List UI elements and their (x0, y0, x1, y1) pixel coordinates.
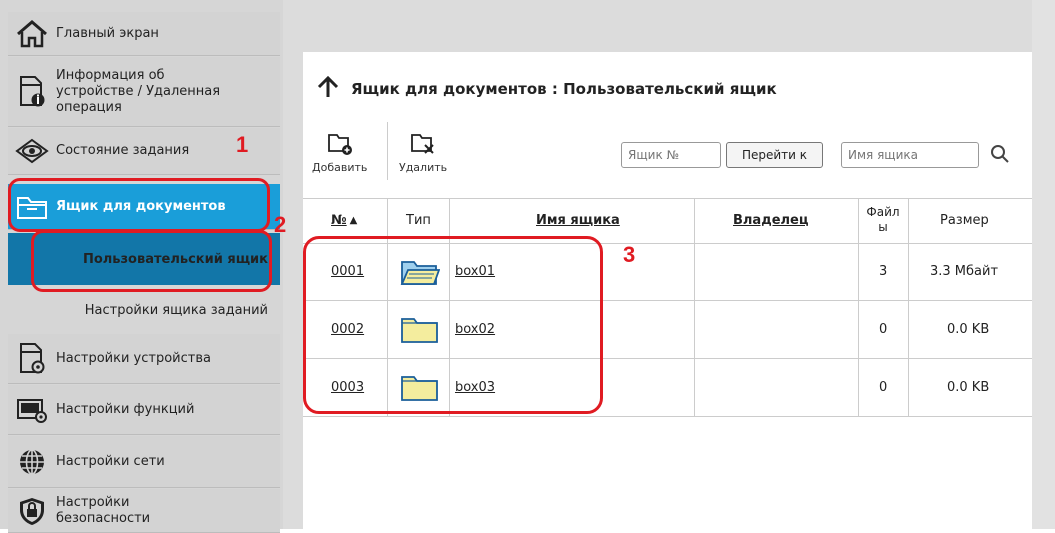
folder-delete-icon (410, 132, 436, 159)
function-settings-icon (8, 396, 56, 424)
sidebar-item-home[interactable]: Главный экран (8, 12, 280, 56)
file-count: 0 (879, 379, 888, 395)
sidebar-item-label: Настройки устройства (56, 350, 211, 366)
sidebar-item-label: Главный экран (56, 25, 159, 41)
file-count: 0 (879, 321, 888, 337)
column-divider (694, 198, 695, 416)
eye-icon (8, 138, 56, 164)
header-band (283, 0, 1055, 52)
sidebar-item-security-settings[interactable]: Настройки безопасности (8, 489, 280, 533)
header-owner[interactable]: Владелец (733, 198, 809, 242)
header-files: Файл ы (866, 205, 900, 234)
sort-ascending-icon: ▲ (349, 214, 358, 226)
callout-user-box (31, 230, 272, 292)
content-left-margin (283, 0, 303, 529)
sidebar-item-device-info[interactable]: Информация об устройстве / Удаленная опе… (8, 57, 280, 127)
sidebar-subitem-label: Настройки ящика заданий (84, 302, 268, 318)
file-count: 3 (879, 263, 888, 279)
page-title: Ящик для документов : Пользовательский я… (317, 75, 777, 102)
go-to-button[interactable]: Перейти к (726, 142, 823, 168)
sidebar-item-label: Настройки функций (56, 401, 195, 417)
box-size: 0.0 KB (947, 379, 990, 395)
sidebar-item-label: Информация об устройстве / Удаленная опе… (56, 67, 221, 115)
folder-add-icon (327, 132, 353, 159)
device-info-icon (8, 75, 56, 109)
callout-number-3: 3 (623, 242, 636, 267)
column-divider (908, 198, 909, 416)
up-arrow-icon[interactable] (317, 75, 339, 102)
device-settings-icon (8, 342, 56, 376)
add-button-label: Добавить (312, 161, 368, 174)
box-number-input[interactable] (621, 142, 721, 168)
callout-number-1: 1 (236, 132, 249, 157)
search-icon[interactable] (990, 144, 1010, 168)
callout-number-2: 2 (274, 212, 287, 237)
column-divider (858, 198, 859, 416)
globe-icon (8, 447, 56, 477)
callout-document-box (8, 178, 270, 232)
callout-box-list (303, 236, 603, 414)
sidebar-item-label: Состояние задания (56, 143, 190, 158)
box-size: 3.3 Мбайт (930, 263, 999, 279)
scrollbar-track[interactable] (1032, 0, 1055, 529)
header-size: Размер (940, 212, 989, 228)
sidebar-item-network-settings[interactable]: Настройки сети (8, 436, 280, 488)
sidebar-item-label: Настройки безопасности (56, 494, 151, 526)
sidebar-item-label: Настройки сети (56, 453, 165, 469)
sidebar-item-device-settings[interactable]: Настройки устройства (8, 334, 280, 384)
delete-button-label: Удалить (399, 161, 448, 174)
box-size: 0.0 KB (947, 321, 990, 337)
sidebar-item-function-settings[interactable]: Настройки функций (8, 385, 280, 435)
box-name-input[interactable] (841, 142, 979, 168)
page-title-text: Ящик для документов : Пользовательский я… (351, 80, 777, 98)
sidebar-subitem-job-box-settings[interactable]: Настройки ящика заданий (8, 290, 280, 330)
home-icon (8, 19, 56, 49)
delete-button[interactable]: Удалить (399, 132, 447, 174)
shield-lock-icon (8, 496, 56, 526)
toolbar-divider (387, 122, 388, 180)
add-button[interactable]: Добавить (312, 132, 367, 174)
